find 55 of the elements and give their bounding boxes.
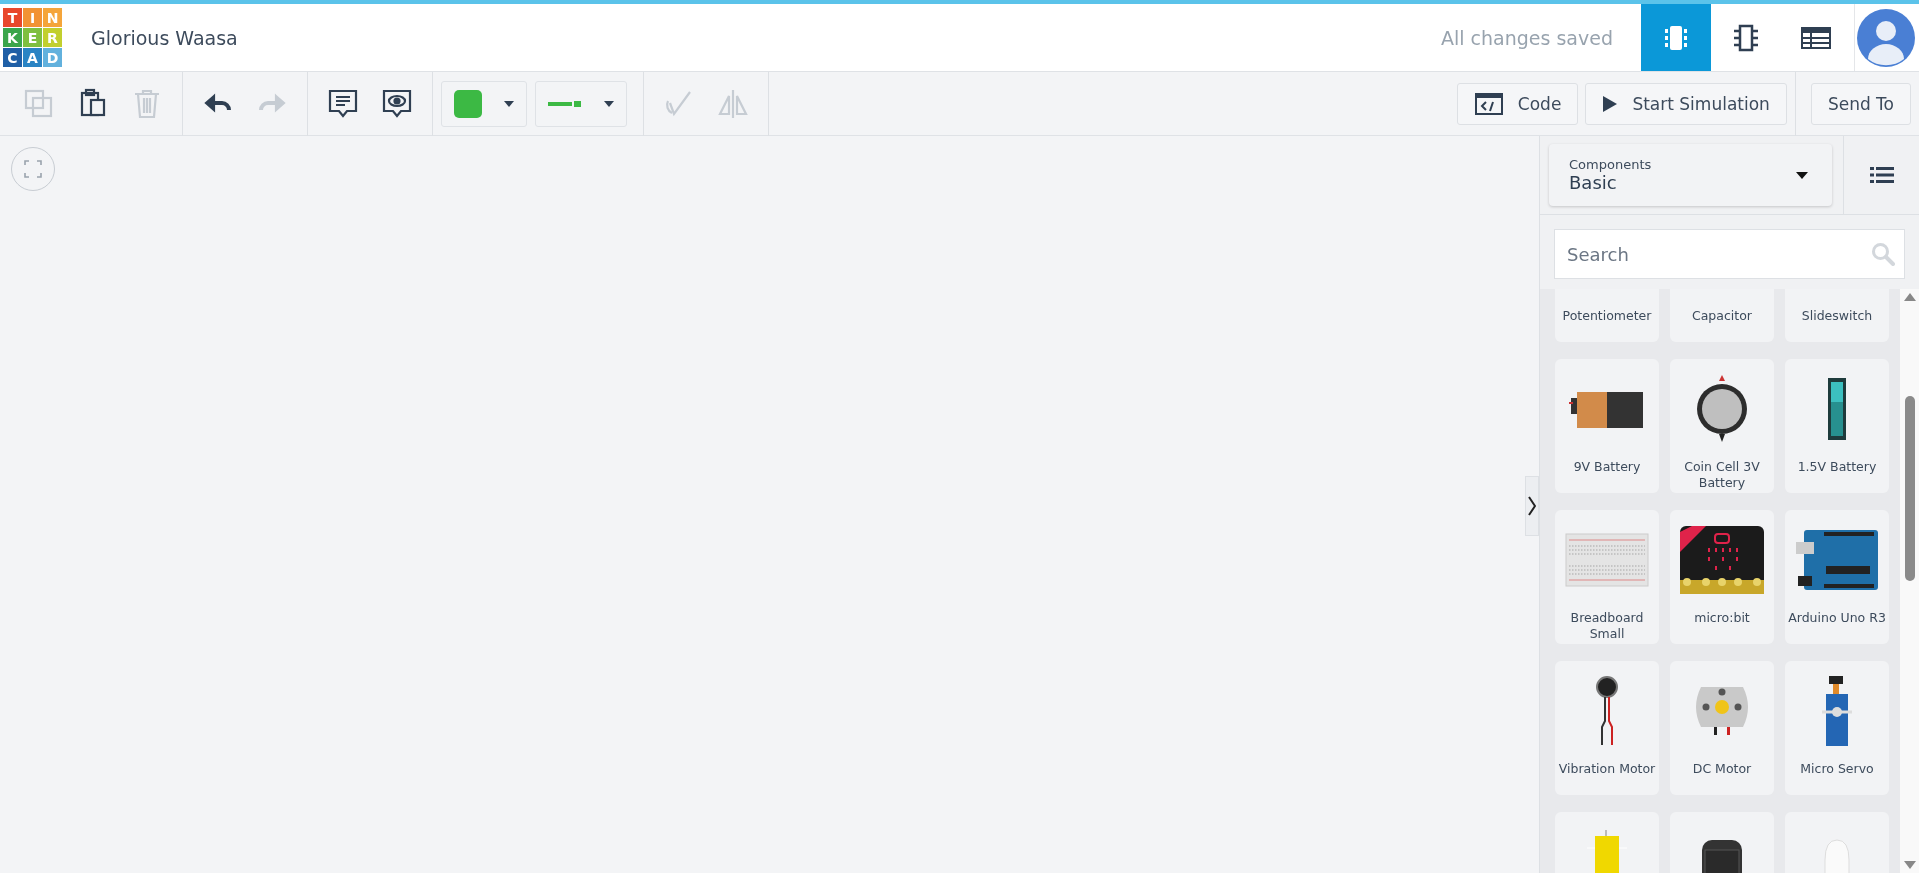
save-status: All changes saved [1441, 26, 1613, 49]
component-name: DC Motor [1691, 761, 1753, 777]
send-button[interactable]: Send To [1810, 82, 1911, 125]
servo-icon [1820, 674, 1854, 748]
component-name: Coin Cell 3V Battery [1683, 459, 1761, 491]
search-icon [1871, 242, 1895, 266]
breadboard-icon [1565, 532, 1649, 588]
play-icon [1602, 94, 1619, 113]
component-card[interactable]: Potentiometer [1555, 289, 1659, 342]
component-card[interactable]: Arduino Uno R3 [1785, 510, 1889, 644]
logo[interactable]: T I N K E R C A D [3, 8, 62, 67]
code-button[interactable]: Code [1456, 82, 1579, 125]
component-name: Arduino Uno R3 [1787, 610, 1887, 626]
fit-icon [24, 160, 42, 178]
component-card[interactable]: 9V Battery [1555, 359, 1659, 493]
component-card[interactable]: DC Motor [1670, 661, 1774, 795]
table-icon [1800, 24, 1832, 51]
color-picker[interactable] [441, 80, 527, 127]
component-name: 9V Battery [1572, 459, 1642, 475]
chip-icon [1731, 22, 1761, 53]
component-name: 1.5V Battery [1796, 459, 1878, 475]
project-title[interactable]: Glorious Waasa [91, 26, 238, 49]
component-name: Capacitor [1691, 308, 1753, 324]
scrollbar-thumb[interactable] [1904, 396, 1915, 581]
component-card[interactable]: Micro Servo [1785, 661, 1889, 795]
component-card[interactable]: Coin Cell 3V Battery [1670, 359, 1774, 493]
component-card[interactable]: Slideswitch [1785, 289, 1889, 342]
component-card[interactable]: Vibration Motor [1555, 661, 1659, 795]
component-name: Potentiometer [1561, 308, 1653, 324]
chevron-icon [1528, 496, 1536, 516]
search-field[interactable]: Search [1554, 229, 1905, 279]
caret-icon [504, 100, 514, 107]
simulate-button[interactable]: Start Simulation [1585, 82, 1787, 125]
caret-icon [1796, 171, 1808, 179]
component-name: Micro Servo [1799, 761, 1875, 777]
microbit-icon [1679, 524, 1765, 596]
component-name: Slideswitch [1800, 308, 1874, 324]
user-avatar[interactable] [1854, 4, 1915, 71]
component-card[interactable]: Capacitor [1670, 289, 1774, 342]
component-card[interactable]: micro:bit [1670, 510, 1774, 644]
wire-type-picker[interactable] [535, 80, 627, 127]
code-window-icon [1473, 91, 1504, 116]
components-dropdown[interactable]: Components Basic [1549, 144, 1832, 206]
component-card[interactable]: Breadboard Small [1555, 510, 1659, 644]
arduino-icon [1794, 528, 1880, 592]
component-name: Breadboard Small [1569, 610, 1645, 642]
scrollbar[interactable] [1900, 289, 1919, 873]
list-icon [1869, 165, 1894, 185]
scroll-up-icon[interactable] [1903, 293, 1916, 301]
component-card[interactable]: 1.5V Battery [1785, 359, 1889, 493]
caret-icon [604, 100, 614, 107]
scroll-down-icon[interactable] [1903, 861, 1916, 869]
component-name: micro:bit [1693, 610, 1751, 626]
collapse-panel-button[interactable] [1525, 476, 1539, 536]
component-name: Vibration Motor [1557, 761, 1657, 777]
